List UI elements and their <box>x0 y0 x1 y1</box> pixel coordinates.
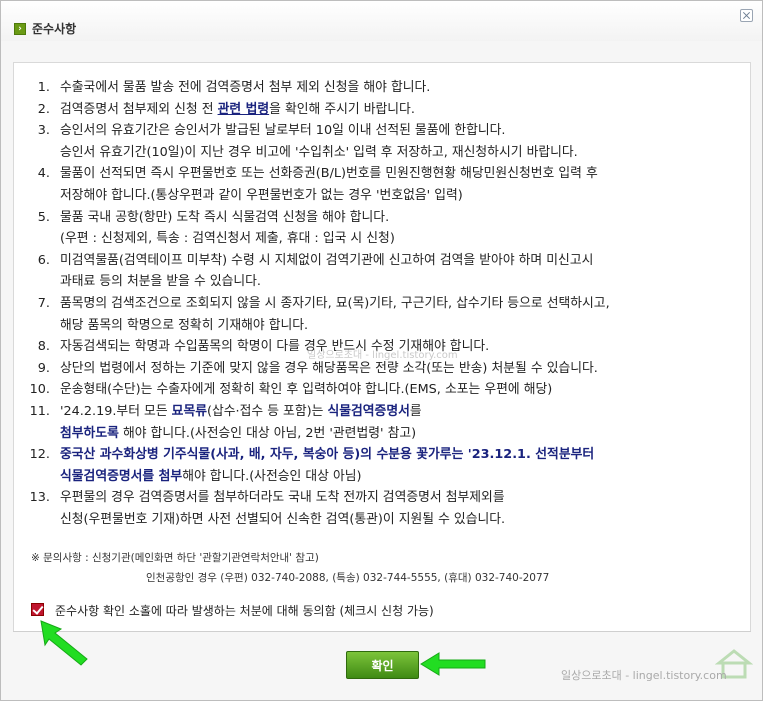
rule-text-line: 중국산 과수화상병 기주식물(사과, 배, 자두, 복숭아 등)의 수분용 꽃가… <box>60 444 594 465</box>
rule-text-line: (우편 : 신청제외, 특송 : 검역신청서 제출, 휴대 : 입국 시 신청) <box>60 228 395 249</box>
rule-emphasis: 묘목류 <box>171 404 207 419</box>
rule-number: 1. <box>37 80 50 95</box>
arrow-right-icon: › <box>14 23 26 35</box>
rule-emphasis: 첨부하도록 <box>60 425 119 441</box>
rule-text: 승인서 유효기간(10일)이 지난 경우 비고에 '수입취소' 입력 후 저장하… <box>60 144 578 160</box>
rule-text-line: 운송형태(수단)는 수출자에게 정확히 확인 후 입력하여야 합니다.(EMS,… <box>60 379 552 400</box>
rule-text-line: 승인서의 유효기간은 승인서가 발급된 날로부터 10일 이내 선적된 물품에 … <box>60 120 505 141</box>
rule-text-line: 물품 국내 공항(항만) 도착 즉시 식물검역 신청을 해야 합니다. <box>60 207 389 228</box>
rule-text: 물품이 선적되면 즉시 우편물번호 또는 선화증권(B/L)번호를 민원진행현황… <box>60 166 598 182</box>
rule-text: 상단의 법령에서 정하는 기준에 맞지 않을 경우 해당품목은 전량 소각(또는… <box>60 360 598 376</box>
watermark: 일상으로초대 - lingel.tistory.com <box>561 669 727 682</box>
rule-text: 를 <box>409 404 422 419</box>
rule-text: '24.2.19.부터 모든 <box>60 404 172 419</box>
rule-number: 7. <box>37 296 50 311</box>
watermark-center: 일상으로초대 - lingel.tistory.com <box>307 350 458 361</box>
rule-emphasis: 식물검역증명서를 첨부 <box>60 468 183 484</box>
rule-number: 5. <box>37 209 50 225</box>
rule-text-line: 첨부하도록 해야 합니다.(사전승인 대상 아님, 2번 '관련법령' 참고) <box>60 423 416 444</box>
agree-checkbox[interactable] <box>31 603 44 616</box>
rule-text: 미검역물품(검역테이프 미부착) 수령 시 지체없이 검역기관에 신고하여 검역… <box>60 252 594 268</box>
rule-text-line: 품목명의 검색조건으로 조회되지 않을 시 종자기타, 묘(목)기타, 구근기타… <box>60 293 610 314</box>
rule-text-line: 우편물의 경우 검역증명서를 첨부하더라도 국내 도착 전까지 검역증명서 첨부… <box>60 487 505 508</box>
rule-text: 해야 합니다.(사전승인 대상 아님) <box>182 468 362 484</box>
rule-number: 12. <box>29 447 50 463</box>
pointer-arrow-button-icon <box>420 652 486 676</box>
rule-text: (우편 : 신청제외, 특송 : 검역신청서 제출, 휴대 : 입국 시 신청) <box>60 231 395 247</box>
rule-text: 과태료 등의 처분을 받을 수 있습니다. <box>60 274 262 290</box>
rule-text-line: 신청(우편물번호 기재)하면 사전 선별되어 신속한 검역(통관)이 지원될 수… <box>60 509 505 530</box>
rule-text-line: 식물검역증명서를 첨부해야 합니다.(사전승인 대상 아님) <box>60 466 362 487</box>
rule-number: 9. <box>37 360 50 376</box>
rule-text: 해야 합니다.(사전승인 대상 아님, 2번 '관련법령' 참고) <box>118 425 417 441</box>
rule-number: 3. <box>37 123 50 139</box>
close-icon[interactable] <box>740 9 753 22</box>
contact-line-1: ※ 문의사항 : 신청기관(메인화면 하단 '관할기관연락처안내' 참고) <box>31 552 319 564</box>
rule-text: 승인서의 유효기간은 승인서가 발급된 날로부터 10일 이내 선적된 물품에 … <box>60 123 506 139</box>
rule-text-line: '24.2.19.부터 모든 묘목류(삽수·접수 등 포함)는 식물검역증명서를 <box>60 401 422 422</box>
contact-line-2: 인천공항인 경우 (우편) 032-740-2088, (특송) 032-744… <box>146 572 550 584</box>
rule-number: 10. <box>29 382 50 398</box>
rule-text: 물품 국내 공항(항만) 도착 즉시 식물검역 신청을 해야 합니다. <box>60 209 390 225</box>
rule-text: 해당 품목의 학명으로 정확히 기재해야 합니다. <box>60 317 309 333</box>
dialog-title: 준수사항 <box>32 22 77 36</box>
rule-text: 검역증명서 첨부제외 신청 전 <box>60 101 218 117</box>
divider <box>13 631 751 632</box>
rule-text-line: 과태료 등의 처분을 받을 수 있습니다. <box>60 271 261 292</box>
rule-text: 품목명의 검색조건으로 조회되지 않을 시 종자기타, 묘(목)기타, 구근기타… <box>60 296 610 311</box>
rule-text-line: 승인서 유효기간(10일)이 지난 경우 비고에 '수입취소' 입력 후 저장하… <box>60 142 578 163</box>
rule-text: 우편물의 경우 검역증명서를 첨부하더라도 국내 도착 전까지 검역증명서 첨부… <box>60 490 505 506</box>
agree-label[interactable]: 준수사항 확인 소홀에 따라 발생하는 처분에 대해 동의함 (체크시 신청 가… <box>55 602 434 619</box>
rule-text: 수출국에서 물품 발송 전에 검역증명서 첨부 제외 신청을 해야 합니다. <box>60 80 431 95</box>
rule-number: 8. <box>37 339 50 355</box>
pointer-arrow-checkbox-icon <box>40 620 88 666</box>
rule-emphasis: 식물검역증명서 <box>327 404 410 419</box>
rule-number: 4. <box>37 166 50 182</box>
dialog-header: › 준수사항 <box>1 1 762 41</box>
rule-text-line: 물품이 선적되면 즉시 우편물번호 또는 선화증권(B/L)번호를 민원진행현황… <box>60 163 598 184</box>
confirm-button[interactable]: 확인 <box>346 651 419 679</box>
rule-text: 신청(우편물번호 기재)하면 사전 선별되어 신속한 검역(통관)이 지원될 수… <box>60 511 506 527</box>
rule-text: 을 확인해 주시기 바랍니다. <box>269 101 415 117</box>
rule-text-line: 수출국에서 물품 발송 전에 검역증명서 첨부 제외 신청을 해야 합니다. <box>60 77 430 98</box>
rule-number: 11. <box>29 404 50 419</box>
rule-number: 13. <box>29 490 50 506</box>
rule-text-line: 미검역물품(검역테이프 미부착) 수령 시 지체없이 검역기관에 신고하여 검역… <box>60 250 593 271</box>
rule-number: 6. <box>37 252 50 268</box>
related-law-link[interactable]: 관련 법령 <box>218 102 270 117</box>
rule-text: (삽수·접수 등 포함)는 <box>207 404 328 419</box>
rule-text: 운송형태(수단)는 수출자에게 정확히 확인 후 입력하여야 합니다.(EMS,… <box>60 382 553 398</box>
rule-number: 2. <box>37 101 50 117</box>
rule-text-line: 검역증명서 첨부제외 신청 전 관련 법령을 확인해 주시기 바랍니다. <box>60 99 415 120</box>
dialog-window: › 준수사항 1. 수출국에서 물품 발송 전에 검역증명서 첨부 제외 신청을 … <box>0 0 763 701</box>
rule-emphasis: 중국산 과수화상병 기주식물(사과, 배, 자두, 복숭아 등)의 수분용 꽃가… <box>60 447 595 463</box>
rule-text-line: 저장해야 합니다.(통상우편과 같이 우편물번호가 없는 경우 '번호없음' 입… <box>60 185 463 206</box>
rule-text: 저장해야 합니다.(통상우편과 같이 우편물번호가 없는 경우 '번호없음' 입… <box>60 187 463 203</box>
rule-text-line: 해당 품목의 학명으로 정확히 기재해야 합니다. <box>60 315 308 336</box>
